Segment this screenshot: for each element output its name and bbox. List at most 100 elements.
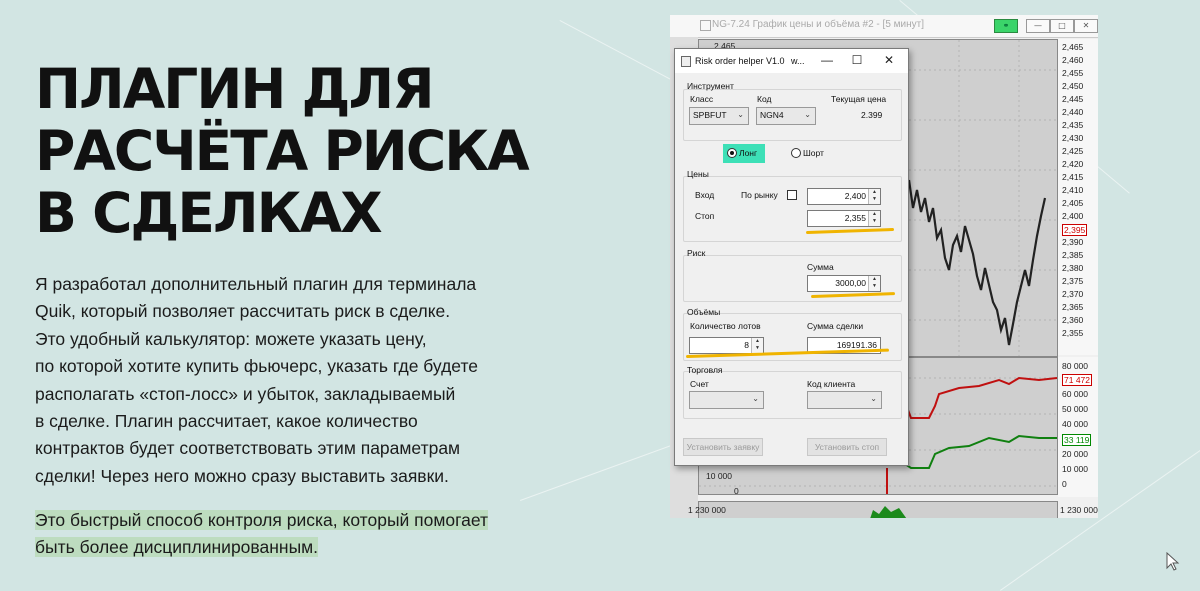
highlight-line: Это быстрый способ контроля риска, котор… <box>35 510 489 530</box>
price-tick: 2,410 <box>1062 185 1084 195</box>
price-tick: 2,460 <box>1062 55 1084 65</box>
volume-left-label: 1 230 000 <box>688 505 726 515</box>
prices-group-label: Цены <box>687 169 709 179</box>
oi-tick: 40 000 <box>1062 419 1088 429</box>
oi-tick: 10 000 <box>1062 464 1088 474</box>
deal-sum-label: Сумма сделки <box>807 321 864 331</box>
oi-left-label: 10 000 <box>706 471 732 481</box>
highlight-line: быть более дисциплинированным. <box>35 537 319 558</box>
chevron-down-icon: ⌄ <box>752 394 759 403</box>
account-label: Счет <box>690 379 709 389</box>
dialog-title-suffix: w... <box>791 56 805 66</box>
paragraph-line: по которой хотите купить фьючерс, указат… <box>35 356 479 377</box>
risk-sum-label: Сумма <box>807 262 834 272</box>
oi-green-marker: 33 119 <box>1062 434 1092 446</box>
paragraph-line: контрактов будет соответствовать этим па… <box>35 438 461 459</box>
class-label: Класс <box>690 94 714 104</box>
price-tick: 2,445 <box>1062 94 1084 104</box>
client-code-select[interactable]: ⌄ <box>807 391 882 409</box>
spin-arrows-icon[interactable]: ▲ ▼ <box>868 276 880 291</box>
minimize-button[interactable]: — <box>1026 19 1050 33</box>
short-label[interactable]: Шорт <box>803 148 824 158</box>
price-tick: 2,375 <box>1062 276 1084 286</box>
lots-label: Количество лотов <box>690 321 761 331</box>
long-label[interactable]: Лонг <box>739 148 757 158</box>
code-select[interactable]: NGN4 ⌄ <box>756 107 816 125</box>
mouse-cursor-icon <box>1166 552 1180 571</box>
risk-sum-value: 3000,00 <box>835 278 866 288</box>
price-tick: 2,370 <box>1062 289 1084 299</box>
lots-value: 8 <box>744 340 749 350</box>
code-label: Код <box>757 94 772 104</box>
paragraph-line: Я разработал дополнительный плагин для т… <box>35 274 477 294</box>
class-select-value: SPBFUT <box>693 110 727 120</box>
current-price-marker: 2,395 <box>1062 224 1088 236</box>
market-checkbox[interactable] <box>787 190 797 200</box>
current-price-value: 2.399 <box>861 110 883 120</box>
oi-tick: 20 000 <box>1062 449 1088 459</box>
volume-pane[interactable] <box>698 501 1058 518</box>
title-line: В СДЕЛКАХ <box>35 181 383 245</box>
spin-arrows-icon[interactable]: ▲ ▼ <box>868 189 880 204</box>
paragraph-line: в сделке. Плагин рассчитает, какое колич… <box>35 411 418 432</box>
account-select[interactable]: ⌄ <box>689 391 764 409</box>
class-select[interactable]: SPBFUT ⌄ <box>689 107 749 125</box>
price-scale: 2,465 2,460 2,455 2,450 2,445 2,440 2,43… <box>1058 39 1098 355</box>
long-radio[interactable] <box>727 148 737 158</box>
spin-arrows-icon[interactable]: ▲ ▼ <box>868 211 880 226</box>
link-icon[interactable]: ⚭ <box>994 19 1018 33</box>
maximize-icon[interactable]: ☐ <box>847 53 867 67</box>
code-select-value: NGN4 <box>760 110 784 120</box>
price-tick: 2,465 <box>1062 42 1084 52</box>
stop-price-stepper[interactable]: 2,355 ▲ ▼ <box>807 210 881 227</box>
risk-order-helper-dialog[interactable]: Risk order helper V1.0 w... — ☐ ✕ Инстру… <box>674 48 909 466</box>
volume-right-label: 1 230 000 <box>1060 505 1098 515</box>
client-code-label: Код клиента <box>807 379 856 389</box>
price-tick: 2,435 <box>1062 120 1084 130</box>
entry-price-stepper[interactable]: 2,400 ▲ ▼ <box>807 188 881 205</box>
entry-price-value: 2,400 <box>844 191 866 201</box>
oi-tick: 50 000 <box>1062 404 1088 414</box>
price-tick: 2,455 <box>1062 68 1084 78</box>
market-label: По рынку <box>741 190 778 200</box>
oi-left-label: 0 <box>734 486 739 496</box>
price-tick: 2,430 <box>1062 133 1084 143</box>
close-icon[interactable]: ✕ <box>879 53 899 67</box>
spin-arrows-icon[interactable]: ▲ ▼ <box>751 338 763 353</box>
close-button[interactable]: ✕ <box>1074 19 1098 33</box>
terminal-window-icon <box>700 20 711 31</box>
highlighted-conclusion: Это быстрый способ контроля риска, котор… <box>35 507 489 562</box>
entry-label: Вход <box>695 190 715 200</box>
price-tick: 2,355 <box>1062 328 1084 338</box>
instrument-group-label: Инструмент <box>687 81 734 91</box>
paragraph-line: сделки! Через него можно сразу выставить… <box>35 465 449 486</box>
current-price-label: Текущая цена <box>831 94 887 104</box>
chevron-down-icon: ⌄ <box>870 394 877 403</box>
price-tick: 2,365 <box>1062 302 1084 312</box>
risk-sum-stepper[interactable]: 3000,00 ▲ ▼ <box>807 275 881 292</box>
stop-price-value: 2,355 <box>844 213 866 223</box>
price-tick: 2,450 <box>1062 81 1084 91</box>
terminal-window-title: NG-7.24 График цены и объёма #2 - [5 мин… <box>712 19 924 30</box>
price-tick: 2,360 <box>1062 315 1084 325</box>
minimize-icon[interactable]: — <box>817 53 837 67</box>
place-stop-button[interactable]: Установить стоп <box>807 438 887 456</box>
price-tick: 2,420 <box>1062 159 1084 169</box>
paragraph-line: Quik, который позволяет рассчитать риск … <box>35 301 451 322</box>
dialog-title-bar[interactable]: Risk order helper V1.0 w... — ☐ ✕ <box>675 49 908 73</box>
oi-red-marker: 71 472 <box>1062 374 1092 386</box>
restore-button[interactable]: □ <box>1050 19 1074 33</box>
price-tick: 2,380 <box>1062 263 1084 273</box>
volumes-group-label: Объёмы <box>687 307 721 317</box>
price-tick: 2,425 <box>1062 146 1084 156</box>
lots-stepper[interactable]: 8 ▲ ▼ <box>689 337 764 354</box>
oi-tick: 0 <box>1062 479 1067 489</box>
slide-title: ПЛАГИН ДЛЯ РАСЧЁТА РИСКА В СДЕЛКАХ <box>35 58 530 245</box>
volume-bars <box>870 506 907 518</box>
place-order-button[interactable]: Установить заявку <box>683 438 763 456</box>
terminal-title-bar: NG-7.24 График цены и объёма #2 - [5 мин… <box>670 15 1098 38</box>
app-icon <box>681 56 691 67</box>
short-radio[interactable] <box>791 148 801 158</box>
oi-tick: 80 000 <box>1062 361 1088 371</box>
price-tick: 2,400 <box>1062 211 1084 221</box>
